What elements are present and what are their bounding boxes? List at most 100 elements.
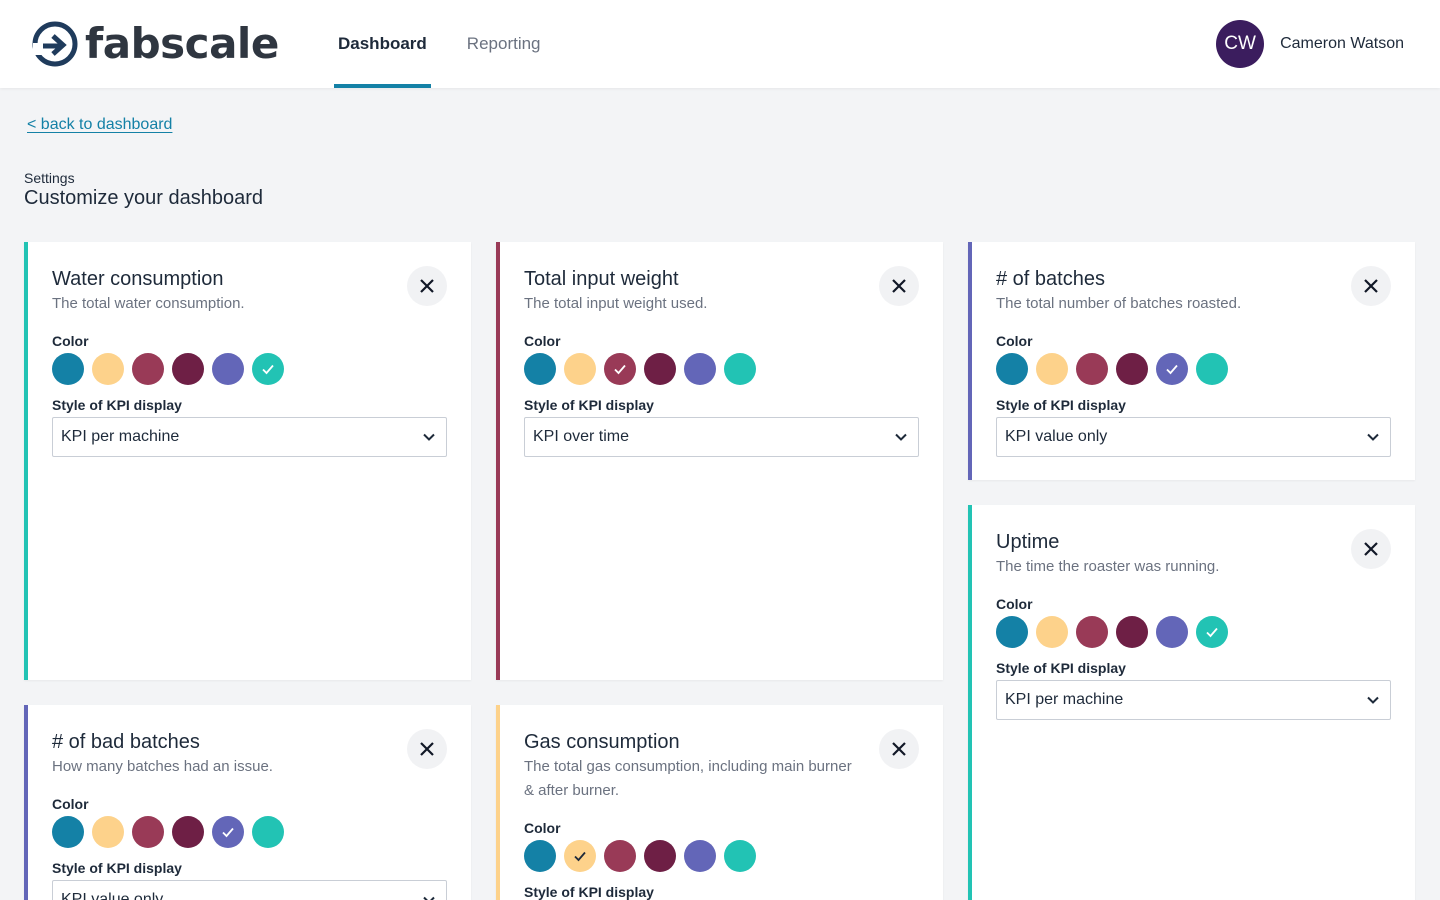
color-label: Color [996, 596, 1033, 612]
user-name[interactable]: Cameron Watson [1280, 35, 1404, 53]
remove-card-button[interactable] [879, 729, 919, 769]
kpi-card-body: # of batches The total number of batches… [996, 266, 1391, 457]
kpi-style-label: Style of KPI display [996, 397, 1126, 413]
color-swatch[interactable] [132, 816, 164, 848]
kpi-card-description: How many batches had an issue. [52, 758, 273, 775]
kpi-style-value: KPI over time [533, 428, 630, 445]
color-swatch[interactable] [1156, 353, 1188, 385]
kpi-style-select[interactable]: KPI over time [524, 417, 919, 457]
color-swatch[interactable] [644, 353, 676, 385]
color-swatch[interactable] [564, 840, 596, 872]
kpi-card-description: The time the roaster was running. [996, 558, 1220, 575]
kpi-style-label: Style of KPI display [524, 397, 654, 413]
close-icon [1364, 279, 1378, 293]
kpi-card-title: # of batches [996, 268, 1105, 290]
color-label: Color [996, 333, 1033, 349]
color-swatch[interactable] [996, 616, 1028, 648]
kpi-style-select[interactable]: KPI value only [996, 417, 1391, 457]
kpi-card-6: Gas consumption The total gas consumptio… [496, 705, 943, 900]
kpi-card-description: The total gas consumption, including mai… [524, 758, 852, 799]
chevron-down-icon [1367, 433, 1379, 441]
user-menu[interactable]: CW Cameron Watson [1216, 20, 1404, 68]
color-swatch[interactable] [212, 816, 244, 848]
page-title: Customize your dashboard [24, 187, 264, 209]
breadcrumb: Settings [24, 170, 75, 186]
chevron-down-icon [423, 433, 435, 441]
checkmark-icon [574, 851, 586, 862]
color-swatch[interactable] [724, 840, 756, 872]
color-swatch[interactable] [92, 353, 124, 385]
main-nav: Dashboard Reporting [334, 0, 577, 88]
color-swatch[interactable] [644, 840, 676, 872]
color-swatch[interactable] [252, 353, 284, 385]
remove-card-button[interactable] [407, 266, 447, 306]
checkmark-icon [222, 827, 234, 838]
checkmark-icon [1206, 627, 1218, 638]
color-swatch[interactable] [564, 353, 596, 385]
kpi-card-body: Water consumption The total water consum… [52, 266, 447, 457]
kpi-card-5: # of bad batches How many batches had an… [24, 705, 471, 900]
remove-card-button[interactable] [1351, 529, 1391, 569]
color-swatch[interactable] [724, 353, 756, 385]
color-picker [52, 353, 447, 385]
kpi-card-4: Uptime The time the roaster was running.… [968, 505, 1415, 900]
brand-name: fabscale [85, 19, 279, 68]
color-swatch[interactable] [524, 840, 556, 872]
kpi-card-1: Water consumption The total water consum… [24, 242, 471, 680]
color-swatch[interactable] [1116, 353, 1148, 385]
tab-reporting[interactable]: Reporting [463, 0, 545, 88]
kpi-style-label: Style of KPI display [52, 860, 182, 876]
color-picker [524, 353, 919, 385]
color-swatch[interactable] [1076, 616, 1108, 648]
remove-card-button[interactable] [879, 266, 919, 306]
color-swatch[interactable] [172, 353, 204, 385]
color-swatch[interactable] [604, 353, 636, 385]
color-swatch[interactable] [52, 816, 84, 848]
color-swatch[interactable] [252, 816, 284, 848]
kpi-style-value: KPI per machine [1005, 691, 1124, 708]
kpi-card-3: # of batches The total number of batches… [968, 242, 1415, 480]
kpi-style-value: KPI value only [61, 891, 164, 900]
close-icon [892, 279, 906, 293]
checkmark-icon [1166, 364, 1178, 375]
kpi-style-select[interactable]: KPI value only [52, 880, 447, 900]
kpi-card-body: Uptime The time the roaster was running.… [996, 529, 1391, 720]
kpi-style-label: Style of KPI display [524, 884, 654, 900]
kpi-style-value: KPI per machine [61, 428, 180, 445]
fabscale-logo[interactable]: fabscale [31, 19, 279, 69]
tab-dashboard[interactable]: Dashboard [334, 0, 431, 88]
color-swatch[interactable] [524, 353, 556, 385]
color-swatch[interactable] [132, 353, 164, 385]
remove-card-button[interactable] [1351, 266, 1391, 306]
color-swatch[interactable] [1196, 616, 1228, 648]
chevron-down-icon [423, 896, 435, 900]
kpi-card-body: # of bad batches How many batches had an… [52, 729, 447, 900]
avatar[interactable]: CW [1216, 20, 1265, 68]
color-swatch[interactable] [1036, 353, 1068, 385]
color-swatch[interactable] [996, 353, 1028, 385]
color-swatch[interactable] [1036, 616, 1068, 648]
checkmark-icon [262, 364, 274, 375]
color-swatch[interactable] [212, 353, 244, 385]
color-swatch[interactable] [684, 840, 716, 872]
back-to-dashboard-link[interactable]: < back to dashboard [27, 116, 172, 134]
color-picker [524, 840, 919, 872]
color-swatch[interactable] [1196, 353, 1228, 385]
remove-card-button[interactable] [407, 729, 447, 769]
close-icon [892, 742, 906, 756]
fabscale-logo-icon [32, 21, 78, 67]
color-swatch[interactable] [1116, 616, 1148, 648]
kpi-card-body: Total input weight The total input weigh… [524, 266, 919, 457]
color-swatch[interactable] [1076, 353, 1108, 385]
color-swatch[interactable] [172, 816, 204, 848]
close-icon [1364, 542, 1378, 556]
kpi-style-select[interactable]: KPI per machine [996, 680, 1391, 720]
color-swatch[interactable] [604, 840, 636, 872]
color-swatch[interactable] [684, 353, 716, 385]
color-swatch[interactable] [92, 816, 124, 848]
kpi-card-body: Gas consumption The total gas consumptio… [524, 729, 919, 900]
color-swatch[interactable] [52, 353, 84, 385]
kpi-card-2: Total input weight The total input weigh… [496, 242, 943, 680]
color-swatch[interactable] [1156, 616, 1188, 648]
kpi-style-select[interactable]: KPI per machine [52, 417, 447, 457]
